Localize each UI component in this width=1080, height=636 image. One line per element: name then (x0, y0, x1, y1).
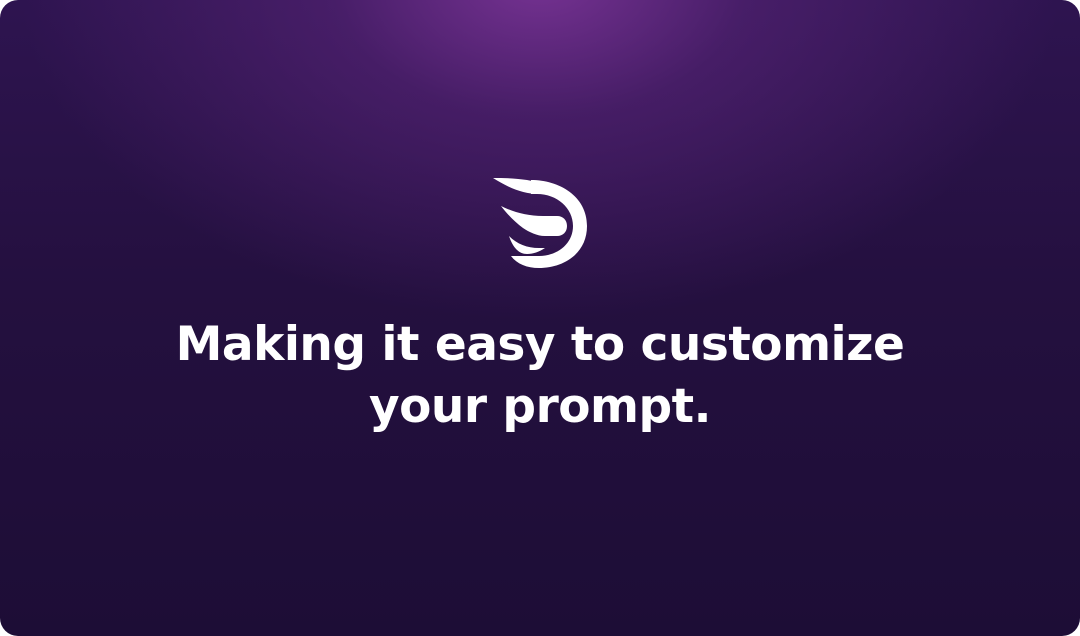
brand-d-logo-icon (487, 172, 593, 272)
headline-line-1: Making it easy to customize (175, 317, 905, 372)
hero-card: Making it easy to customize your prompt. (0, 0, 1080, 636)
hero-headline: Making it easy to customize your prompt. (0, 314, 1080, 438)
headline-line-2: your prompt. (369, 379, 711, 434)
